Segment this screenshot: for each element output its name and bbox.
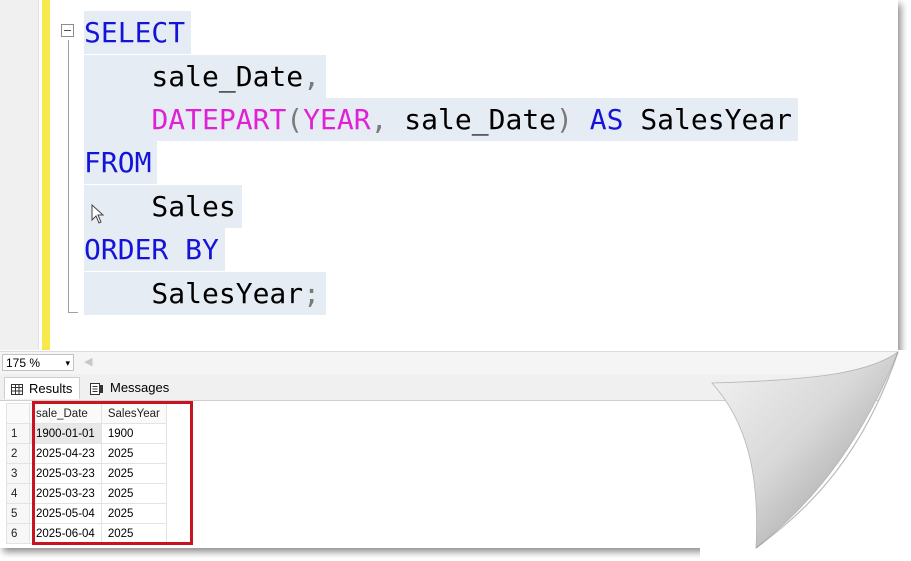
- row-number[interactable]: 1: [6, 423, 30, 444]
- sql-token: ,: [303, 60, 321, 93]
- highlight-box: [32, 401, 193, 545]
- sql-token: ,: [370, 103, 388, 136]
- row-header-corner[interactable]: [6, 403, 30, 424]
- row-number[interactable]: 5: [6, 503, 30, 524]
- code-line[interactable]: FROM: [84, 141, 158, 184]
- code-line[interactable]: DATEPART(YEAR, sale_Date) AS SalesYear: [84, 98, 799, 141]
- tab-results[interactable]: Results: [4, 377, 80, 399]
- sql-keyword: FROM: [84, 146, 152, 179]
- row-number[interactable]: 2: [6, 443, 30, 464]
- zoom-value: 175 %: [6, 356, 41, 370]
- sql-token: Sales: [84, 190, 236, 223]
- row-number[interactable]: 6: [6, 523, 30, 544]
- sql-token: SalesYear: [623, 103, 793, 136]
- sql-function: YEAR: [303, 103, 371, 136]
- sql-token: sale_Date: [387, 103, 557, 136]
- chevron-down-icon[interactable]: ▾: [65, 355, 70, 372]
- zoom-dropdown[interactable]: 175 % ▾: [2, 354, 74, 371]
- code-line[interactable]: ORDER BY: [84, 228, 225, 271]
- sql-token: (: [286, 103, 304, 136]
- tab-messages[interactable]: Messages: [88, 377, 190, 399]
- sql-token: ): [556, 103, 573, 136]
- sql-function: DATEPART: [151, 103, 287, 136]
- code-line[interactable]: SELECT: [84, 11, 192, 54]
- mouse-pointer-icon: [91, 204, 105, 224]
- collapse-icon[interactable]: [61, 24, 74, 37]
- row-number[interactable]: 4: [6, 483, 30, 504]
- sql-keyword: AS: [572, 103, 624, 136]
- messages-icon: [90, 382, 103, 395]
- tab-messages-label: Messages: [110, 380, 170, 395]
- sql-token: sale_Date: [84, 60, 304, 93]
- sql-keyword: ORDER BY: [84, 233, 219, 266]
- outline-line: [68, 40, 69, 312]
- ssms-window: SELECT sale_Date, DATEPART(YEAR, sale_Da…: [0, 0, 898, 548]
- tab-results-label: Results: [29, 381, 73, 396]
- grid-icon: [11, 384, 23, 396]
- code-line[interactable]: Sales: [84, 185, 242, 228]
- row-number[interactable]: 3: [6, 463, 30, 484]
- query-editor[interactable]: SELECT sale_Date, DATEPART(YEAR, sale_Da…: [0, 0, 898, 350]
- results-tab-strip: Results Messages: [0, 374, 898, 401]
- scroll-left-icon[interactable]: ◀: [84, 355, 92, 368]
- change-tracking-bar: [42, 0, 50, 350]
- code-line[interactable]: sale_Date,: [84, 55, 327, 98]
- sql-token: SalesYear: [84, 277, 304, 310]
- sql-token: ;: [303, 277, 321, 310]
- editor-gutter: [0, 0, 39, 350]
- sql-keyword: SELECT: [84, 16, 186, 49]
- editor-status-bar: 175 % ▾ ◀: [0, 351, 898, 374]
- outline-line-end: [68, 312, 78, 313]
- code-line[interactable]: SalesYear;: [84, 272, 327, 315]
